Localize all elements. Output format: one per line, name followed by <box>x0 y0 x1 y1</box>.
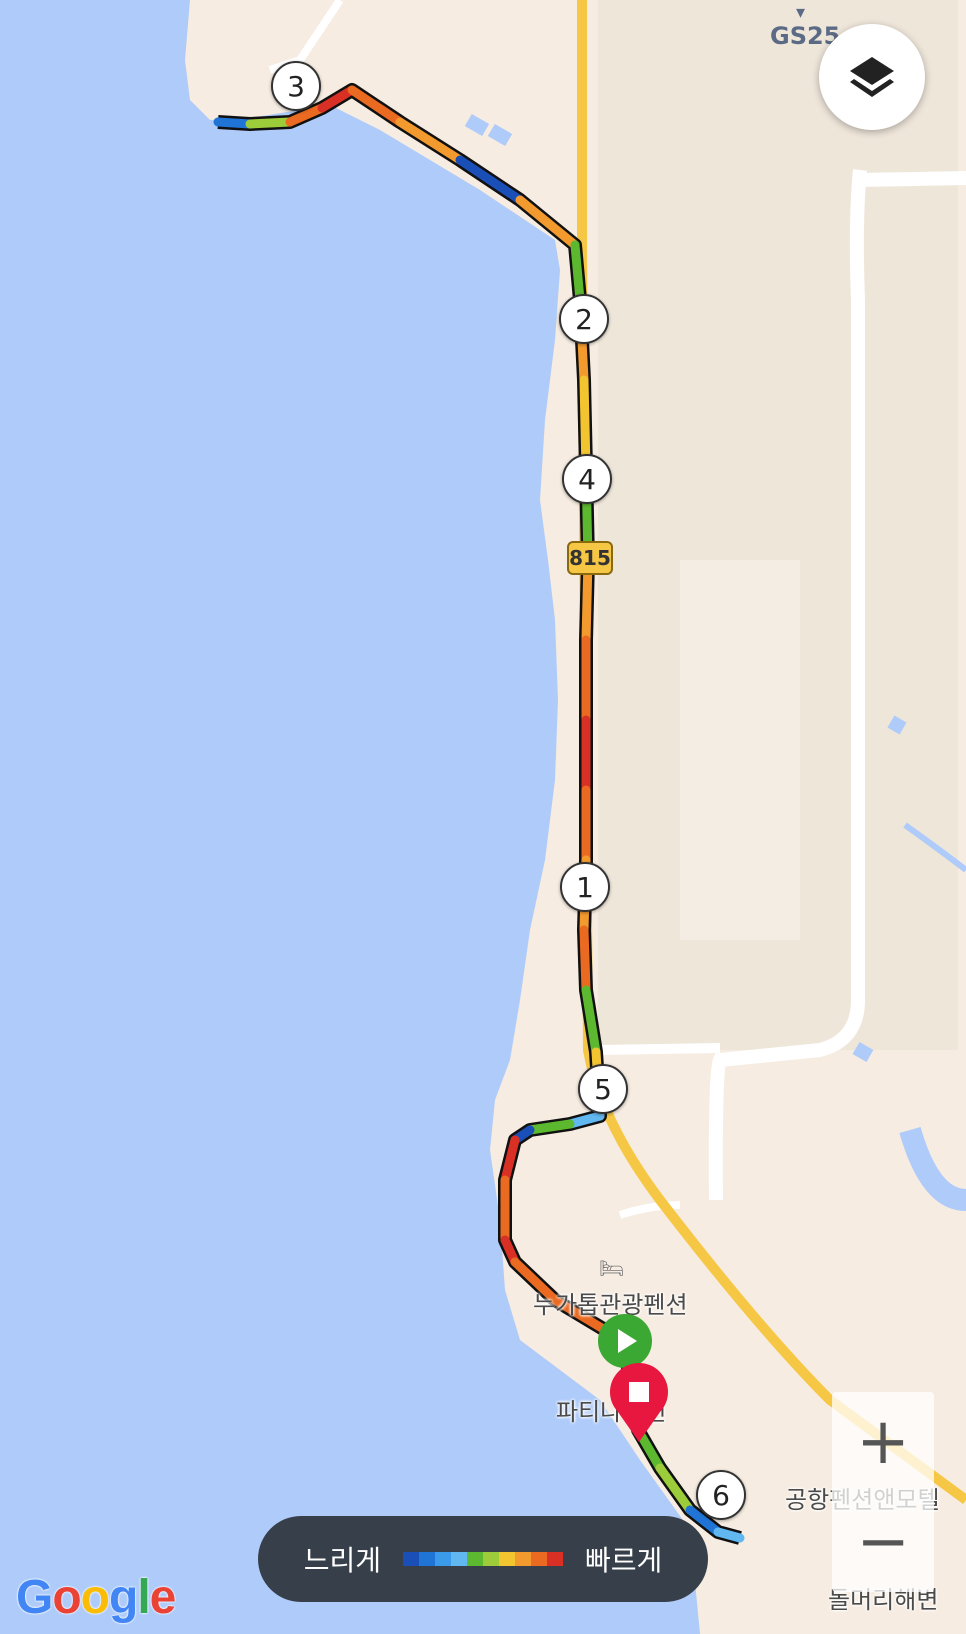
zoom-controls: + − <box>832 1392 934 1592</box>
track-segment <box>579 925 591 995</box>
legend-swatch <box>515 1552 531 1566</box>
zoom-out-button[interactable]: − <box>832 1492 934 1592</box>
speed-legend: 느리게 빠르게 <box>258 1516 708 1602</box>
track-segment <box>525 1119 575 1135</box>
minor-road <box>859 171 966 187</box>
layers-button[interactable] <box>819 24 925 130</box>
layers-icon <box>850 57 894 97</box>
legend-swatch <box>499 1552 515 1566</box>
zoom-in-button[interactable]: + <box>832 1392 934 1492</box>
track-segment <box>245 117 295 129</box>
legend-color-bar <box>403 1552 563 1566</box>
legend-fast-label: 빠르게 <box>585 1544 663 1577</box>
legend-swatch <box>483 1552 499 1566</box>
legend-swatch <box>403 1552 419 1566</box>
convenience-store-icon: ▾ <box>796 2 806 23</box>
minor-road <box>599 1043 721 1055</box>
track-segment <box>570 240 585 305</box>
route-marker-6[interactable]: 6 <box>696 1470 746 1520</box>
hotel-icon: 🛏 <box>599 1256 625 1280</box>
legend-swatch <box>435 1552 451 1566</box>
legend-swatch <box>467 1552 483 1566</box>
legend-swatch <box>419 1552 435 1566</box>
route-marker-4[interactable]: 4 <box>562 454 612 504</box>
route-marker-3[interactable]: 3 <box>271 61 321 111</box>
start-marker[interactable] <box>597 1313 653 1369</box>
map-canvas[interactable] <box>0 0 966 1634</box>
route-marker-5[interactable]: 5 <box>578 1064 628 1114</box>
legend-swatch <box>547 1552 563 1566</box>
stop-icon <box>629 1382 649 1402</box>
end-marker[interactable] <box>608 1362 670 1444</box>
legend-swatch <box>451 1552 467 1566</box>
track-segment <box>213 117 255 129</box>
google-logo: Google <box>16 1571 176 1624</box>
track-segment <box>713 1527 745 1543</box>
route-marker-2[interactable]: 2 <box>559 294 609 344</box>
route-marker-1[interactable]: 1 <box>560 862 610 912</box>
legend-swatch <box>531 1552 547 1566</box>
legend-slow-label: 느리게 <box>303 1544 381 1577</box>
road-shield: 815 <box>567 541 613 575</box>
runway <box>680 560 800 940</box>
